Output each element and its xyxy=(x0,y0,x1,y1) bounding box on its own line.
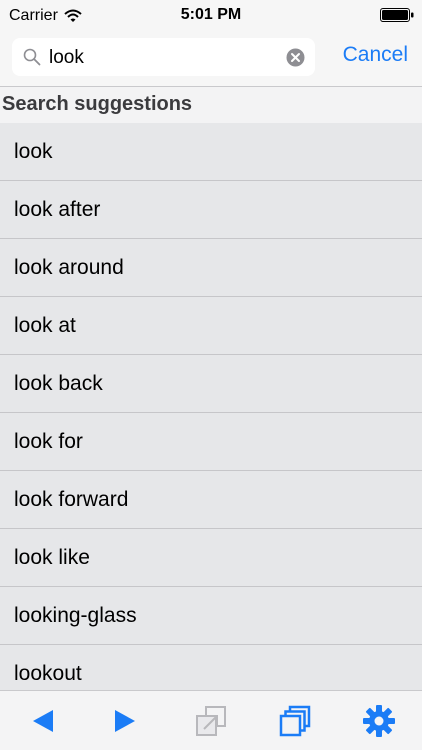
suggestions-list: look look after look around look at look… xyxy=(0,123,422,693)
list-item-label: look back xyxy=(14,371,103,395)
list-item-label: lookout xyxy=(14,661,82,685)
forward-button[interactable] xyxy=(107,703,143,739)
list-item-label: look around xyxy=(14,255,124,279)
list-item-label: look xyxy=(14,139,53,163)
cancel-button[interactable]: Cancel xyxy=(343,43,408,67)
list-item[interactable]: look for xyxy=(0,413,422,471)
list-item[interactable]: look at xyxy=(0,297,422,355)
battery-icon xyxy=(380,8,414,22)
bottom-toolbar xyxy=(0,690,422,750)
section-title: Search suggestions xyxy=(2,93,193,115)
list-item-label: look for xyxy=(14,429,83,453)
search-input[interactable]: look xyxy=(49,47,84,69)
list-item[interactable]: look forward xyxy=(0,471,422,529)
list-item[interactable]: look xyxy=(0,123,422,181)
clear-icon[interactable] xyxy=(286,48,305,67)
list-item[interactable]: look around xyxy=(0,239,422,297)
list-item-label: look forward xyxy=(14,487,129,511)
list-item-label: looking-glass xyxy=(14,603,137,627)
pages-button[interactable] xyxy=(277,703,313,739)
search-icon xyxy=(23,48,41,66)
section-header: Search suggestions xyxy=(0,87,422,123)
search-bar: look Cancel xyxy=(0,30,422,87)
status-time: 5:01 PM xyxy=(180,6,242,23)
list-item-label: look like xyxy=(14,545,90,569)
forward-arrow-icon xyxy=(115,710,135,732)
app-screen: Carrier 5:01 PM look Cancel Search sugge… xyxy=(0,0,422,750)
list-item-label: look at xyxy=(14,313,76,337)
list-item[interactable]: look back xyxy=(0,355,422,413)
list-item[interactable]: looking-glass xyxy=(0,587,422,645)
collapse-icon xyxy=(196,706,226,736)
collapse-button[interactable] xyxy=(193,703,229,739)
back-button[interactable] xyxy=(25,703,61,739)
list-item-label: look after xyxy=(14,197,101,221)
list-item[interactable]: look like xyxy=(0,529,422,587)
back-arrow-icon xyxy=(33,710,53,732)
list-item[interactable]: look after xyxy=(0,181,422,239)
gear-icon xyxy=(363,705,395,737)
search-field[interactable]: look xyxy=(12,38,315,76)
list-item[interactable]: lookout xyxy=(0,645,422,693)
status-bar: Carrier 5:01 PM xyxy=(0,0,422,30)
pages-icon xyxy=(279,705,311,737)
settings-button[interactable] xyxy=(361,703,397,739)
